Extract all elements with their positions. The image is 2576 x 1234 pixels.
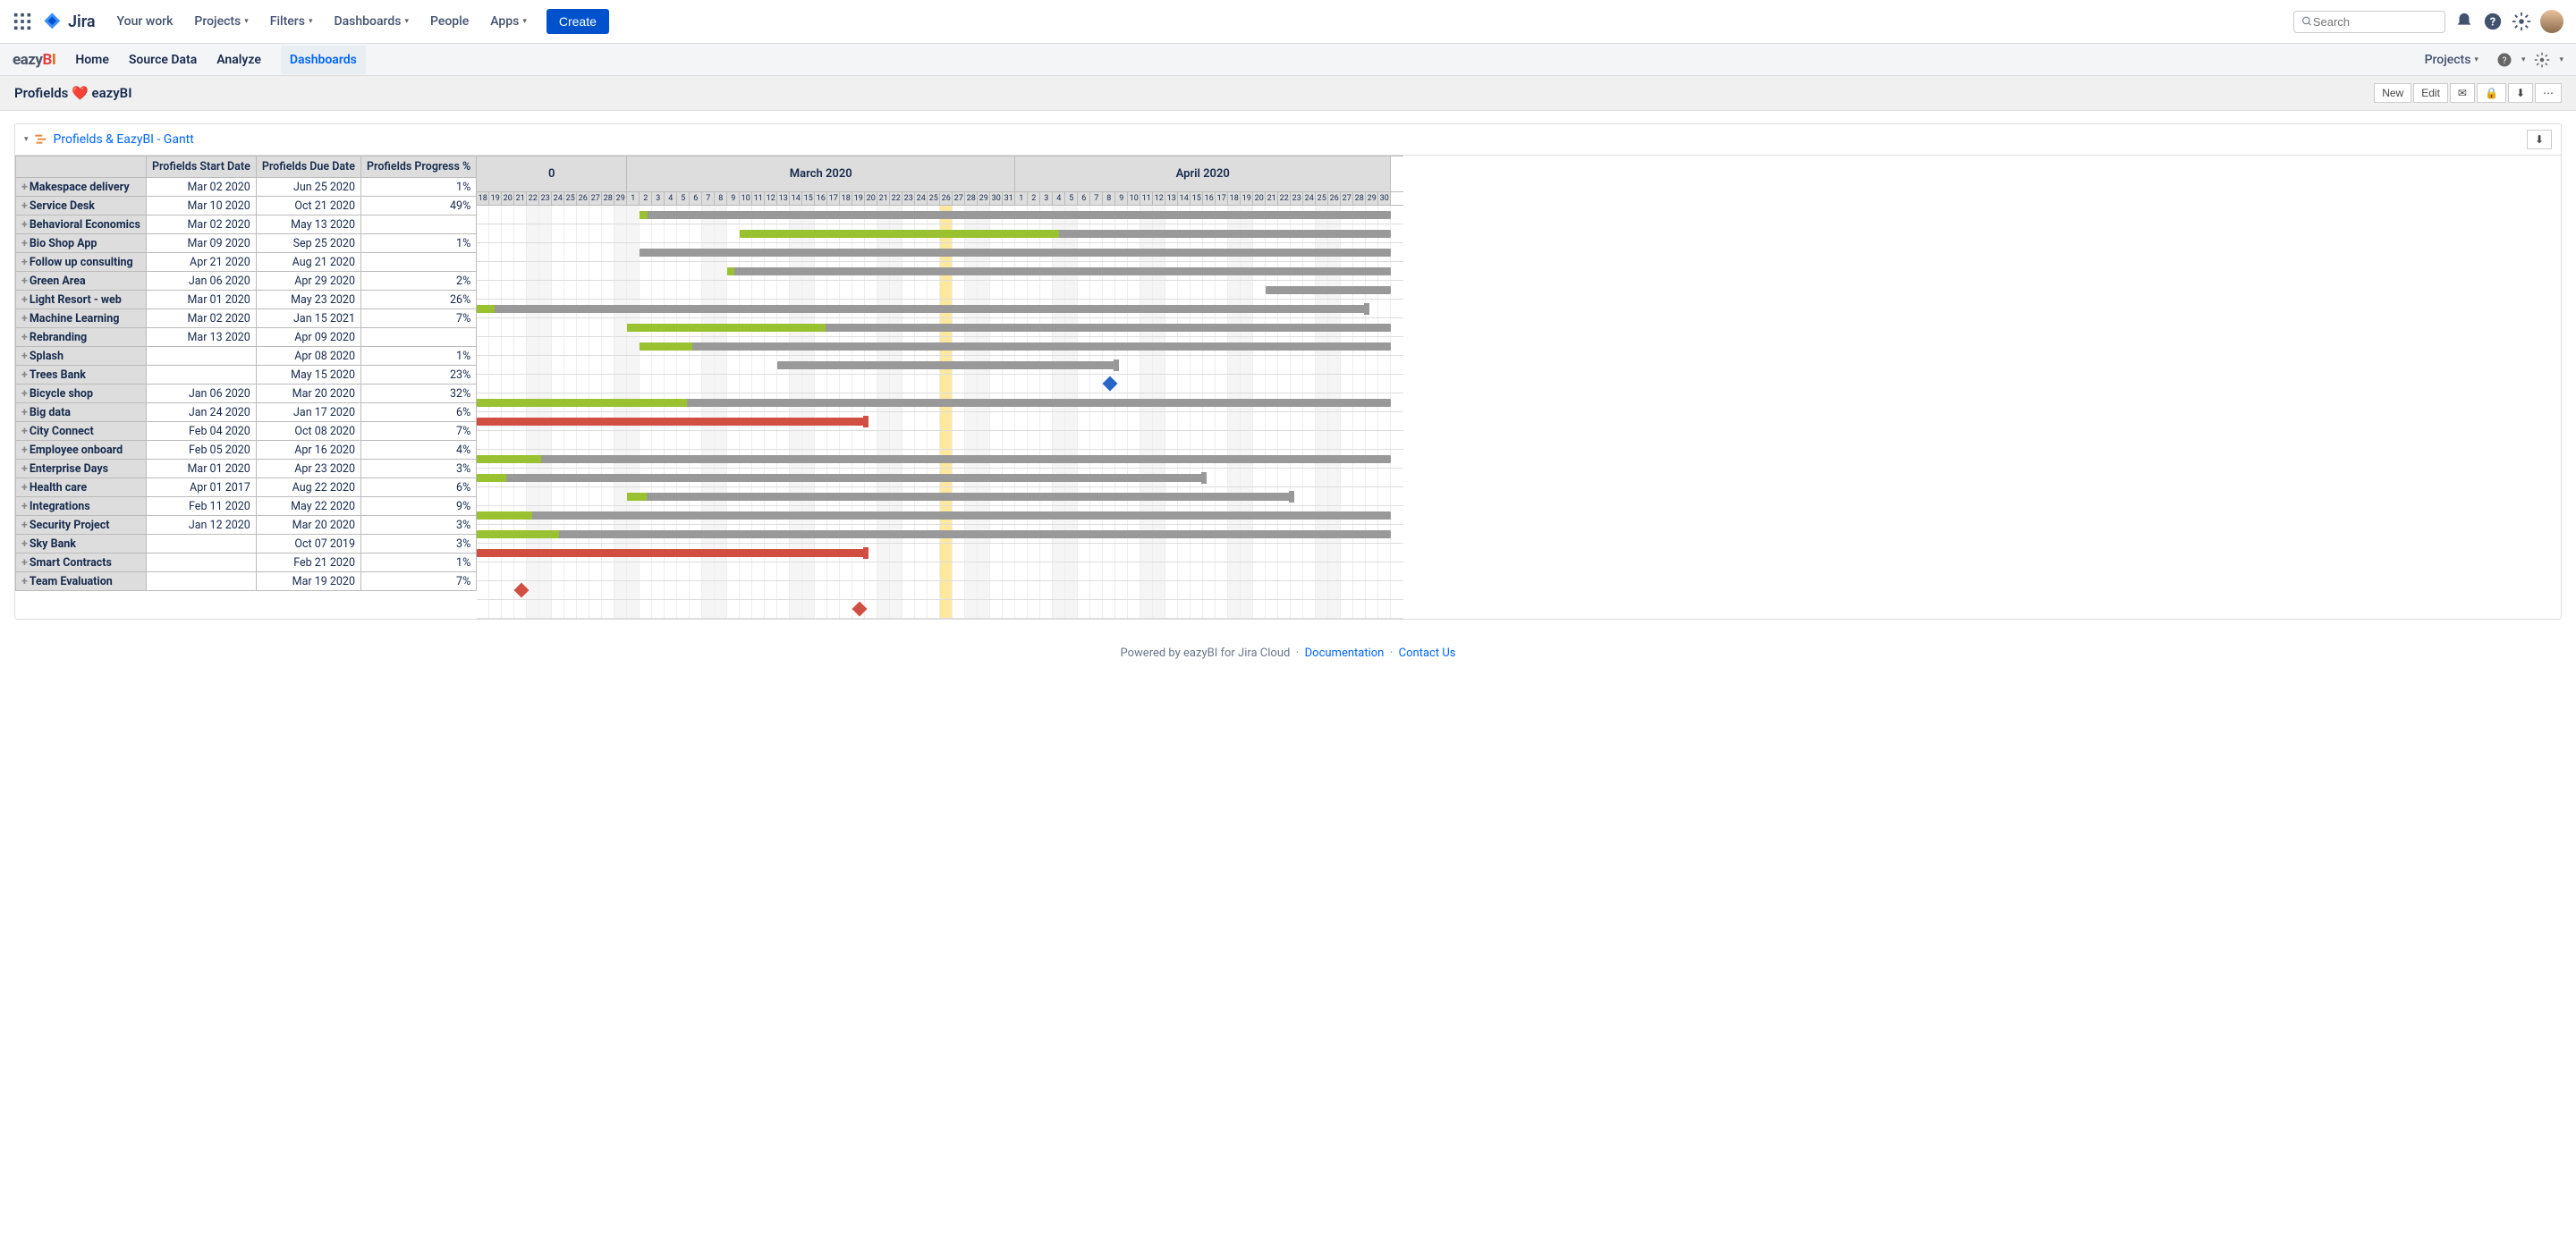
- table-row[interactable]: +Bio Shop AppMar 09 2020Sep 25 20201%: [16, 234, 477, 253]
- tab-home[interactable]: Home: [75, 53, 109, 67]
- timeline-row: [477, 281, 1403, 300]
- table-row[interactable]: +Green AreaJan 06 2020Apr 29 20202%: [16, 272, 477, 291]
- timeline-row: [477, 506, 1403, 525]
- notifications-icon[interactable]: [2454, 12, 2474, 31]
- table-row[interactable]: +Health careApr 01 2017Aug 22 20206%: [16, 478, 477, 497]
- month-header: March 2020: [627, 156, 1015, 191]
- table-row[interactable]: +Sky BankOct 07 20193%: [16, 535, 477, 554]
- gantt-panel: ▾ Profields & EazyBI - Gantt ⬇ Profields…: [14, 123, 2562, 620]
- timeline-row: [477, 600, 1403, 619]
- table-row[interactable]: +Makespace deliveryMar 02 2020Jun 25 202…: [16, 178, 477, 197]
- table-row[interactable]: +Machine LearningMar 02 2020Jan 15 20217…: [16, 309, 477, 328]
- timeline-row: [477, 450, 1403, 469]
- new-button[interactable]: New: [2374, 83, 2411, 103]
- table-row[interactable]: +Big dataJan 24 2020Jan 17 20206%: [16, 403, 477, 422]
- nav-projects[interactable]: Projects ▾: [185, 9, 257, 34]
- timeline-row: [477, 206, 1403, 224]
- table-row[interactable]: +Follow up consultingApr 21 2020Aug 21 2…: [16, 253, 477, 272]
- timeline-row: [477, 581, 1403, 600]
- svg-text:?: ?: [2490, 16, 2496, 30]
- table-row[interactable]: +Security ProjectJan 12 2020Mar 20 20203…: [16, 516, 477, 535]
- nav-your-work[interactable]: Your work: [108, 9, 182, 34]
- timeline-row: [477, 431, 1403, 450]
- jira-logo[interactable]: Jira: [43, 12, 96, 31]
- month-header: 0: [477, 156, 627, 191]
- timeline-row: [477, 469, 1403, 487]
- table-row[interactable]: +Bicycle shopJan 06 2020Mar 20 202032%: [16, 385, 477, 403]
- nav-filters[interactable]: Filters ▾: [261, 9, 322, 34]
- table-row[interactable]: +Employee onboardFeb 05 2020Apr 16 20204…: [16, 441, 477, 460]
- edit-button[interactable]: Edit: [2413, 83, 2448, 103]
- more-button[interactable]: ⋯: [2535, 83, 2562, 103]
- docs-link[interactable]: Documentation: [1305, 647, 1385, 660]
- tab-source-data[interactable]: Source Data: [129, 53, 197, 67]
- col-due: Profields Due Date: [256, 156, 360, 178]
- timeline-row: [477, 243, 1403, 262]
- timeline-row: [477, 337, 1403, 356]
- projects-dropdown[interactable]: Projects ▾: [2416, 47, 2487, 72]
- table-row[interactable]: +Team EvaluationMar 19 20207%: [16, 572, 477, 591]
- jira-product-name: Jira: [68, 13, 96, 31]
- timeline-row: [477, 224, 1403, 243]
- search-icon: [2301, 15, 2313, 28]
- panel-title-link[interactable]: Profields & EazyBI - Gantt: [54, 132, 194, 147]
- svg-text:?: ?: [2502, 54, 2506, 65]
- eazybi-logo[interactable]: eazyBI: [13, 51, 55, 69]
- footer: Powered by eazyBI for Jira Cloud · Docum…: [0, 632, 2576, 674]
- search-input[interactable]: [2293, 11, 2445, 33]
- table-row[interactable]: +Trees BankMay 15 202023%: [16, 366, 477, 385]
- timeline-row: [477, 262, 1403, 281]
- table-row[interactable]: +Enterprise DaysMar 01 2020Apr 23 20203%: [16, 460, 477, 478]
- eazybi-nav: eazyBI Home Source Data Analyze Dashboar…: [0, 44, 2576, 76]
- app-switcher-icon[interactable]: [13, 12, 32, 31]
- download-button[interactable]: ⬇: [2508, 83, 2533, 103]
- timeline-row: [477, 412, 1403, 431]
- table-row[interactable]: +RebrandingMar 13 2020Apr 09 2020: [16, 328, 477, 347]
- gantt-icon: [34, 132, 48, 147]
- timeline-row: [477, 525, 1403, 544]
- timeline-row: [477, 544, 1403, 562]
- lock-button[interactable]: 🔒: [2477, 83, 2506, 103]
- export-icon[interactable]: ⬇: [2527, 130, 2552, 149]
- col-start: Profields Start Date: [146, 156, 256, 178]
- jira-top-nav: Jira Your work Projects ▾ Filters ▾ Dash…: [0, 0, 2576, 44]
- tab-dashboards[interactable]: Dashboards: [281, 46, 366, 74]
- table-row[interactable]: +SplashApr 08 20201%: [16, 347, 477, 366]
- help-icon[interactable]: ?: [2483, 12, 2503, 31]
- table-row[interactable]: +Service DeskMar 10 2020Oct 21 202049%: [16, 197, 477, 216]
- table-row[interactable]: +Light Resort - webMar 01 2020May 23 202…: [16, 291, 477, 309]
- timeline-row: [477, 562, 1403, 581]
- gantt-timeline: 0March 2020April 2020 181920212223242526…: [477, 156, 1403, 619]
- table-row[interactable]: +Behavioral EconomicsMar 02 2020May 13 2…: [16, 216, 477, 234]
- timeline-row: [477, 393, 1403, 412]
- nav-apps[interactable]: Apps ▾: [481, 9, 536, 34]
- nav-dashboards[interactable]: Dashboards ▾: [325, 9, 417, 34]
- timeline-row: [477, 375, 1403, 393]
- col-progress: Profields Progress %: [360, 156, 476, 178]
- timeline-row: [477, 300, 1403, 318]
- month-header: April 2020: [1015, 156, 1391, 191]
- help-icon[interactable]: ?: [2496, 52, 2512, 68]
- table-row[interactable]: +IntegrationsFeb 11 2020May 22 20209%: [16, 497, 477, 516]
- timeline-row: [477, 356, 1403, 375]
- contact-link[interactable]: Contact Us: [1399, 647, 1456, 660]
- table-row[interactable]: +Smart ContractsFeb 21 20201%: [16, 554, 477, 572]
- page-title: Profields ❤️ eazyBI: [14, 85, 132, 101]
- table-row[interactable]: +City ConnectFeb 04 2020Oct 08 20207%: [16, 422, 477, 441]
- create-button[interactable]: Create: [547, 9, 609, 34]
- breadcrumb: Profields ❤️ eazyBI New Edit ✉ 🔒 ⬇ ⋯: [0, 76, 2576, 111]
- collapse-icon[interactable]: ▾: [24, 135, 29, 144]
- avatar[interactable]: [2540, 10, 2563, 33]
- mail-button[interactable]: ✉: [2450, 83, 2475, 103]
- timeline-row: [477, 318, 1403, 337]
- nav-people[interactable]: People: [421, 9, 478, 34]
- gantt-data-table: Profields Start Date Profields Due Date …: [15, 156, 477, 591]
- settings-icon[interactable]: [2512, 12, 2531, 31]
- gear-icon[interactable]: [2534, 52, 2550, 68]
- timeline-row: [477, 487, 1403, 506]
- tab-analyze[interactable]: Analyze: [216, 53, 261, 67]
